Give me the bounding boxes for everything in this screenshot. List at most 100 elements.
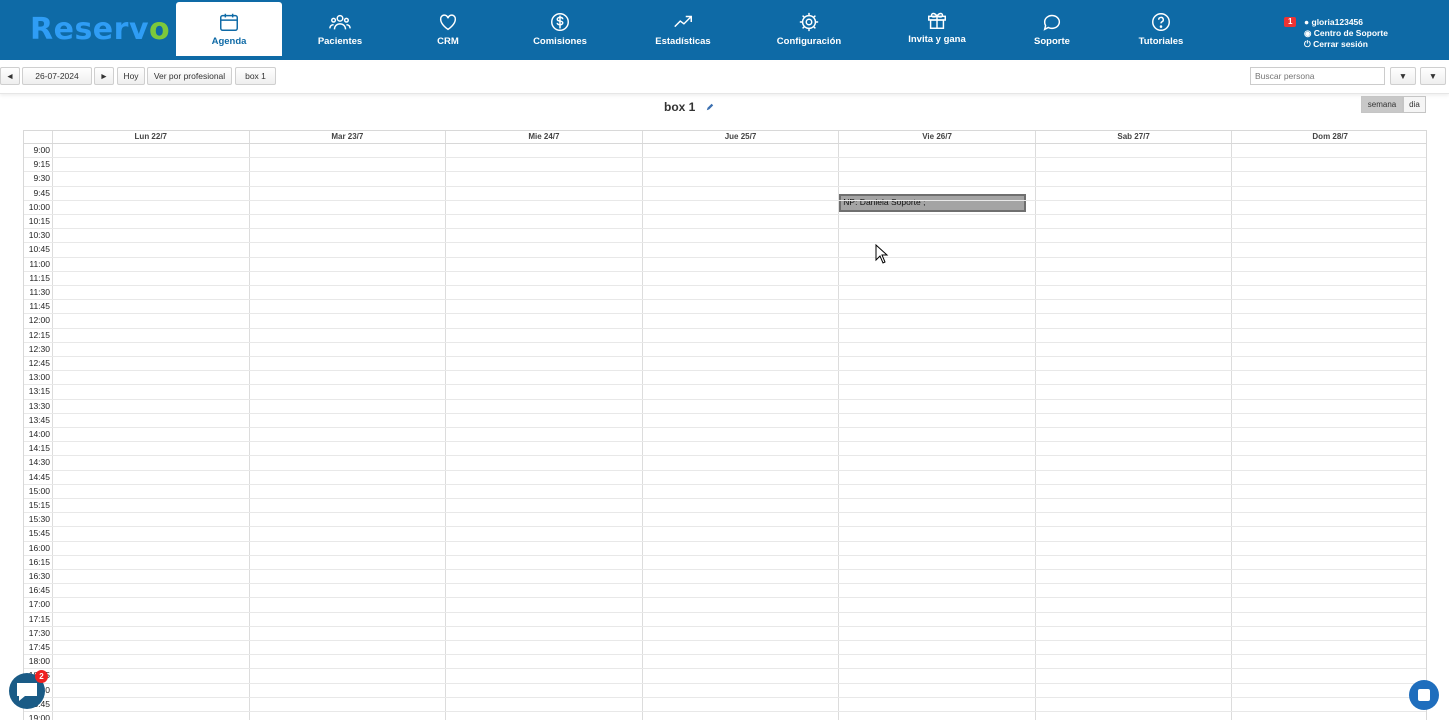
time-slot-label: 11:45 <box>29 301 50 312</box>
tag-filter-button[interactable]: ▼ <box>1390 67 1416 85</box>
day-header[interactable]: Lun 22/7 <box>52 131 249 143</box>
day-header[interactable]: Mar 23/7 <box>248 131 446 143</box>
time-slot-label: 15:45 <box>28 528 50 539</box>
brand-logo[interactable]: Reservo <box>30 12 170 47</box>
calendar-toolbar: ◄ 26-07-2024 ► Hoy Ver por profesional b… <box>0 62 1449 94</box>
message-icon <box>1418 689 1430 701</box>
time-slot-line <box>24 427 1426 428</box>
time-slot-label: 14:30 <box>28 457 50 468</box>
today-button[interactable]: Hoy <box>117 67 145 85</box>
time-slot-label: 19:00 <box>28 713 50 720</box>
nav-configuracion[interactable]: Configuración <box>774 2 844 56</box>
nav-agenda[interactable]: Agenda <box>176 2 282 56</box>
time-slot-line <box>24 498 1426 499</box>
day-column-divider <box>641 131 643 720</box>
nav-estadisticas[interactable]: Estadísticas <box>648 2 718 56</box>
day-header[interactable]: Dom 28/7 <box>1231 131 1426 143</box>
edit-pencil-icon[interactable] <box>706 103 714 111</box>
time-slot-line <box>24 512 1426 514</box>
prev-button[interactable]: ◄ <box>0 67 20 85</box>
time-slot-label: 13:30 <box>28 400 50 411</box>
nav-invita[interactable]: Invita y gana <box>902 2 972 56</box>
nav-crm[interactable]: CRM <box>418 2 478 56</box>
box-selector[interactable]: box 1 <box>235 67 276 85</box>
top-navbar: Reservo Agenda Pacientes CRM Comisiones … <box>0 0 1449 60</box>
support-center-link[interactable]: ◉ Centro de Soporte <box>1284 28 1388 39</box>
day-header[interactable]: Mie 24/7 <box>445 131 642 143</box>
time-slot-line <box>24 711 1426 712</box>
time-slot-label: 9:00 <box>33 145 50 155</box>
intercom-launcher[interactable] <box>1409 680 1439 710</box>
week-calendar-grid[interactable]: NP: Daniela Soporte ; Lun 22/7 Mar 23/7 Mi… <box>23 130 1427 720</box>
time-slot-line <box>24 242 1426 244</box>
time-slot-label: 15:30 <box>28 514 50 525</box>
time-slot-line <box>24 356 1426 357</box>
day-header[interactable]: Jue 25/7 <box>641 131 839 143</box>
nav-soporte[interactable]: Soporte <box>1022 2 1082 56</box>
time-slot-label: 9:30 <box>33 173 50 184</box>
time-slot-label: 10:45 <box>28 244 50 255</box>
user-icon: ● <box>1304 17 1312 27</box>
nav-pacientes[interactable]: Pacientes <box>300 2 380 56</box>
time-slot-line <box>24 640 1426 641</box>
time-slot-line <box>24 341 1426 343</box>
notification-badge[interactable]: 1 <box>1284 17 1297 27</box>
logout-link[interactable]: ⏻ Cerrar sesión <box>1284 39 1388 50</box>
time-slot-line <box>24 299 1426 301</box>
time-slot-line <box>24 696 1426 698</box>
time-slot-label: 18:00 <box>28 656 50 667</box>
chat-badge: 2 <box>35 670 48 683</box>
time-slot-label: 17:30 <box>28 627 50 638</box>
search-person-input[interactable] <box>1250 67 1385 85</box>
time-slot-label: 14:00 <box>28 429 50 439</box>
time-slot-label: 16:15 <box>28 556 50 567</box>
day-header[interactable]: Vie 26/7 <box>838 131 1035 143</box>
gift-icon <box>928 12 946 29</box>
time-slot-label: 9:15 <box>33 159 50 170</box>
nav-comisiones[interactable]: Comisiones <box>525 2 595 56</box>
nav-pacientes-label: Pacientes <box>317 36 363 47</box>
nav-comisiones-label: Comisiones <box>533 36 587 47</box>
time-slot-line <box>24 569 1426 570</box>
date-picker[interactable]: 26-07-2024 <box>22 67 92 85</box>
time-slot-line <box>24 682 1426 684</box>
time-slot-line <box>24 384 1426 386</box>
view-by-professional-button[interactable]: Ver por profesional <box>147 67 232 85</box>
time-slot-line <box>24 611 1426 613</box>
time-slot-label: 17:00 <box>28 599 50 610</box>
nav-tutoriales-label: Tutoriales <box>1138 36 1184 47</box>
day-header[interactable]: Sab 27/7 <box>1034 131 1232 143</box>
time-slot-line <box>24 483 1426 485</box>
time-slot-line <box>24 256 1426 258</box>
user-name-link[interactable]: ● gloria123456 <box>1284 17 1388 28</box>
user-filter-button[interactable]: ▼ <box>1420 67 1446 85</box>
time-slot-line <box>24 285 1426 286</box>
appointment-event[interactable]: NP: Daniela Soporte ; <box>839 193 1026 212</box>
day-view-button[interactable]: dia <box>1403 96 1426 113</box>
time-slot-label: 11:30 <box>29 287 50 297</box>
time-slot-line <box>24 412 1426 414</box>
time-slot-line <box>24 540 1426 542</box>
time-slot-line <box>24 526 1426 528</box>
nav-tutoriales[interactable]: Tutoriales <box>1130 2 1192 56</box>
day-column-divider <box>52 131 53 720</box>
time-slot-label: 13:15 <box>28 386 50 397</box>
nav-configuracion-label: Configuración <box>776 36 842 47</box>
time-slot-line <box>24 668 1426 670</box>
time-slot-line <box>24 654 1426 656</box>
time-slot-line <box>24 199 1426 201</box>
time-slot-line <box>24 327 1426 329</box>
gear-icon <box>799 12 819 32</box>
time-slot-line <box>24 554 1426 556</box>
week-view-button[interactable]: semana <box>1361 96 1403 113</box>
next-button[interactable]: ► <box>94 67 114 85</box>
time-slot-label: 9:45 <box>33 187 50 198</box>
time-slot-line <box>24 370 1426 372</box>
trend-icon <box>674 15 692 28</box>
day-column-divider <box>838 131 840 720</box>
time-slot-line <box>24 157 1426 159</box>
heart-icon <box>439 14 457 31</box>
time-slot-label: 17:15 <box>28 613 50 624</box>
nav-agenda-label: Agenda <box>211 36 247 47</box>
time-slot-label: 15:15 <box>28 500 50 510</box>
